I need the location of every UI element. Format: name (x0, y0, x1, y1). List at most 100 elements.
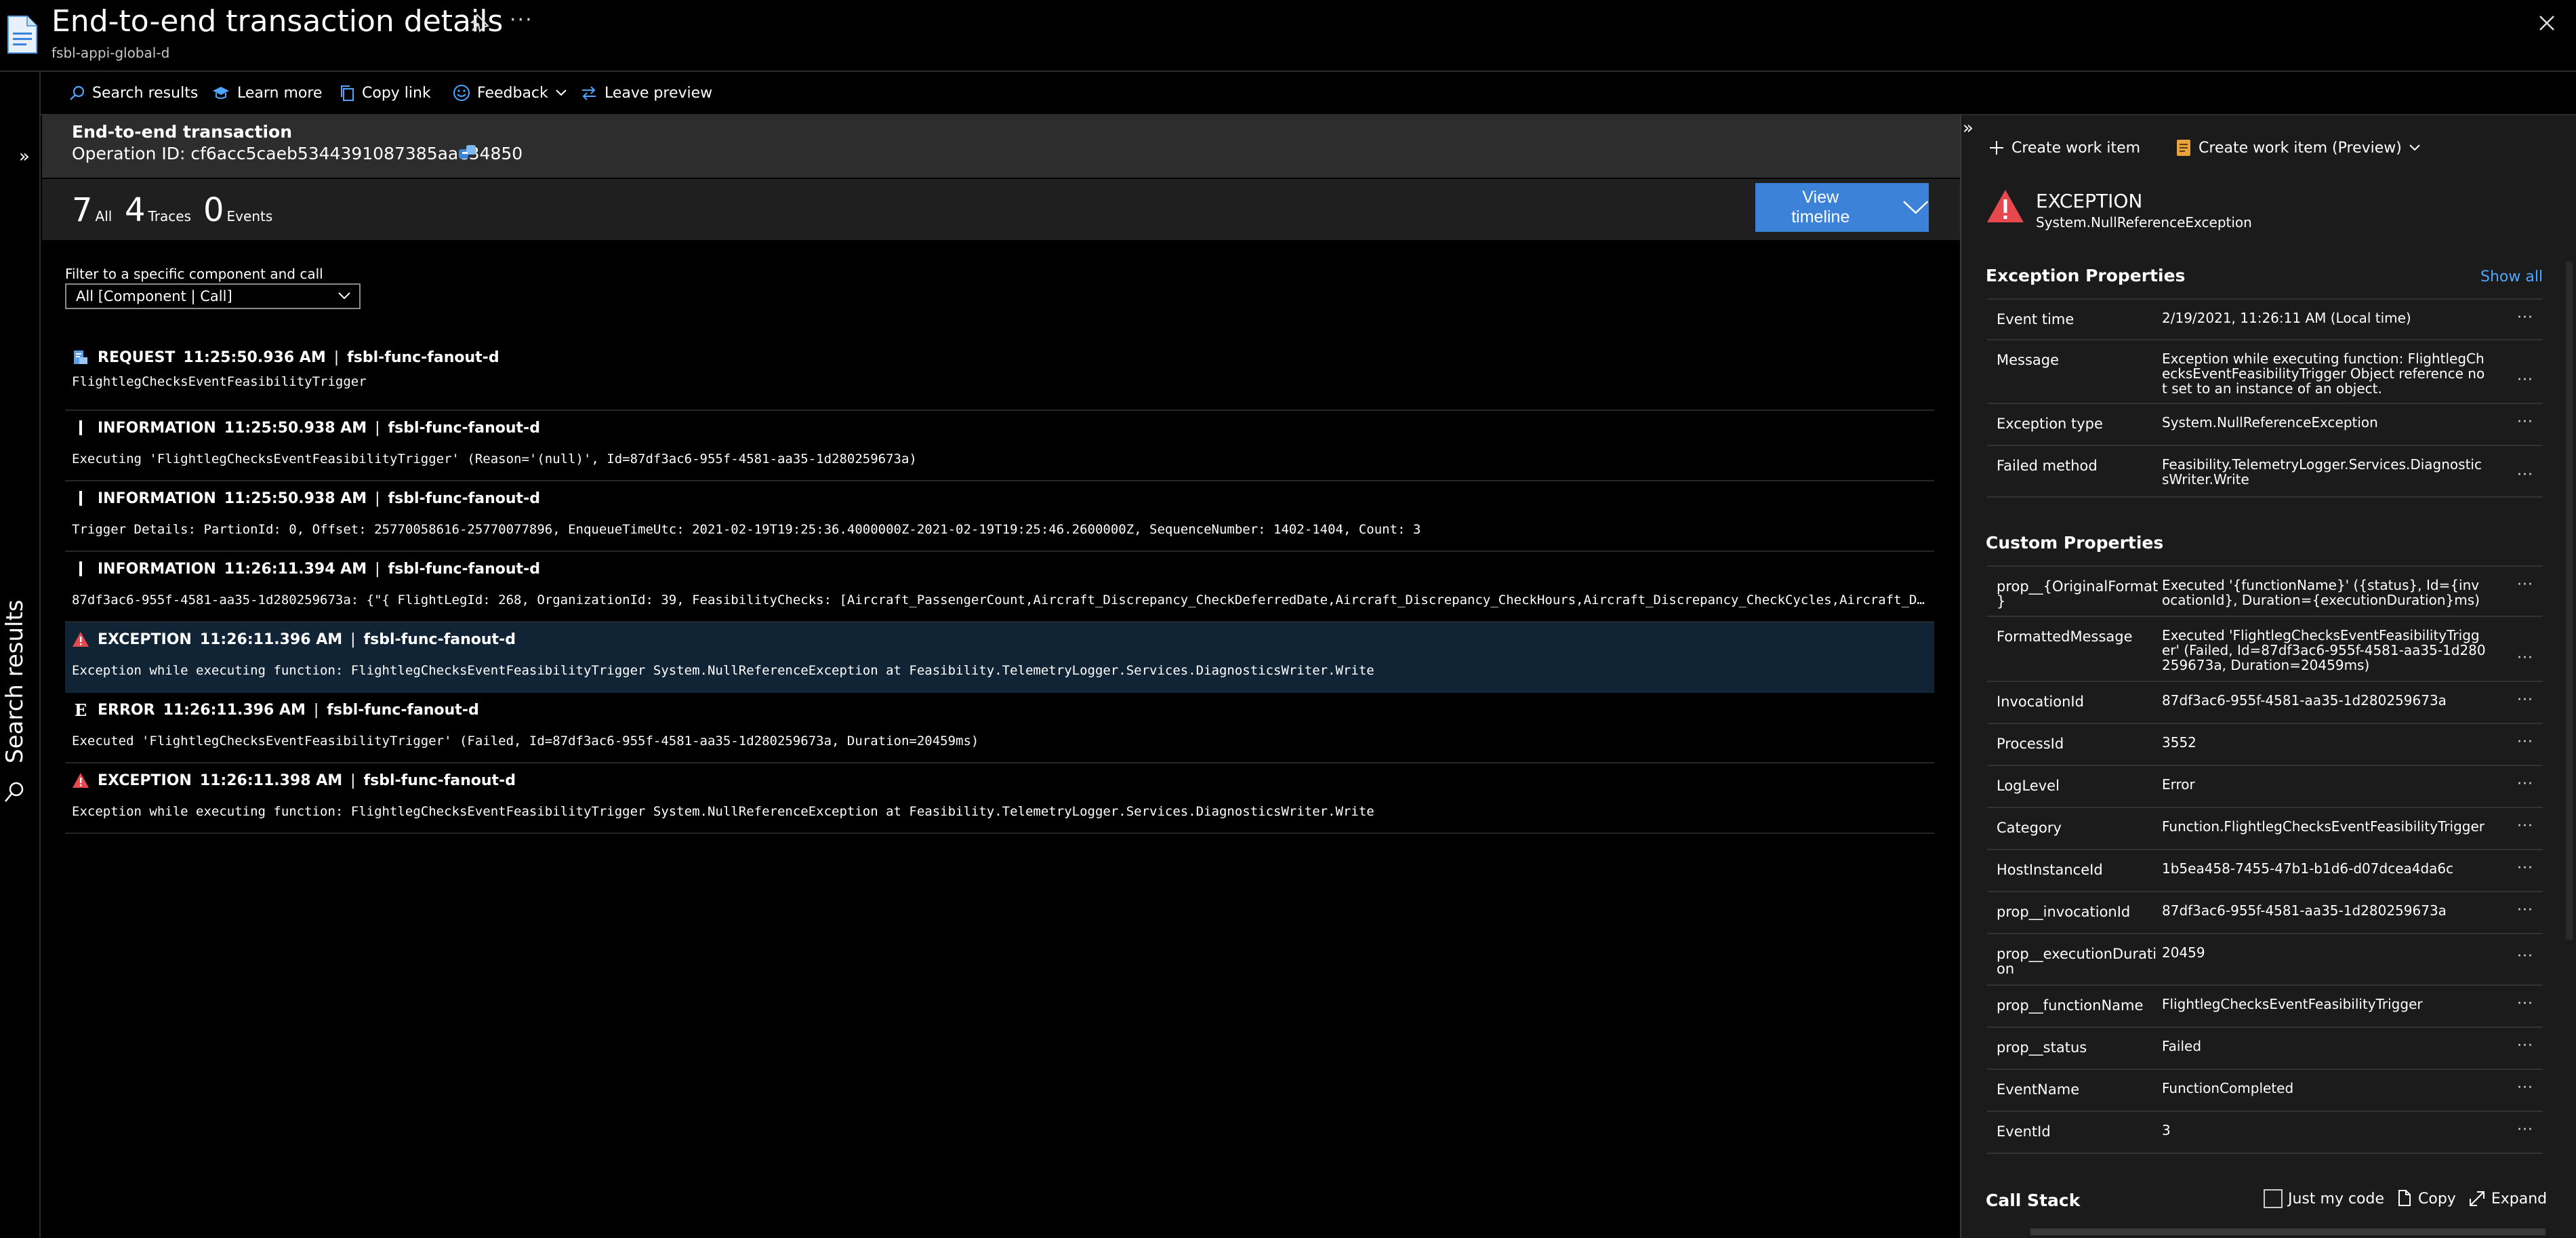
plus-icon (1990, 141, 2003, 155)
row-menu-icon[interactable]: ··· (2517, 309, 2533, 326)
row-menu-icon[interactable]: ··· (2517, 372, 2533, 388)
separator: | (350, 631, 356, 648)
row-menu-icon[interactable]: ··· (2517, 650, 2533, 666)
detail-scrollbar[interactable] (2566, 262, 2573, 940)
search-results-rail-label[interactable]: Search results (1, 599, 28, 763)
row-header: EXCEPTION 11:26:11.398 AM | fsbl-func-fa… (72, 772, 516, 789)
count-events-number: 0 (203, 191, 224, 229)
more-options-icon[interactable]: ··· (510, 8, 533, 32)
request-icon (72, 348, 89, 366)
property-value: 3 (2162, 1122, 2171, 1138)
row-time: 11:26:11.396 AM (163, 701, 306, 719)
feedback-button[interactable]: Feedback (453, 83, 567, 103)
property-value: 87df3ac6-955f-4581-aa35-1d280259673a (2162, 902, 2447, 919)
property-row: Message Exception while executing functi… (1987, 340, 2543, 404)
count-traces[interactable]: 4 Traces (125, 191, 191, 229)
property-key: prop__executionDuration (1997, 946, 2157, 977)
property-key: prop__status (1997, 1039, 2087, 1056)
checkbox-icon (2264, 1189, 2283, 1208)
row-component: fsbl-func-fanout-d (363, 772, 516, 789)
row-menu-icon[interactable]: ··· (2517, 995, 2533, 1012)
count-traces-label: Traces (148, 208, 192, 224)
row-menu-icon[interactable]: ··· (2517, 1121, 2533, 1138)
switch-icon (582, 86, 596, 100)
telemetry-row-exception-selected[interactable]: EXCEPTION 11:26:11.396 AM | fsbl-func-fa… (65, 622, 1934, 693)
chevron-down-icon (338, 292, 350, 300)
row-header: INFORMATION 11:26:11.394 AM | fsbl-func-… (72, 560, 540, 578)
create-work-item-label: Create work item (2011, 139, 2141, 157)
learn-more-button[interactable]: Learn more (211, 83, 322, 103)
expand-rail-icon[interactable]: » (19, 146, 30, 167)
show-all-link[interactable]: Show all (2480, 268, 2543, 285)
row-header: E ERROR 11:26:11.396 AM | fsbl-func-fano… (72, 700, 479, 720)
row-message: Executing 'FlightlegChecksEventFeasibili… (72, 452, 917, 466)
search-results-button[interactable]: Search results (69, 83, 198, 103)
custom-properties-title: Custom Properties (1986, 533, 2164, 553)
row-type: ERROR (98, 701, 155, 719)
event-counts-bar: 7 All 4 Traces 0 Events View timeline (42, 179, 1960, 240)
row-menu-icon[interactable]: ··· (2517, 902, 2533, 919)
search-icon (5, 782, 24, 802)
related-items-icon[interactable] (457, 142, 478, 164)
row-type: EXCEPTION (98, 772, 192, 789)
warning-icon (72, 772, 89, 789)
close-icon[interactable] (2536, 12, 2558, 34)
row-menu-icon[interactable]: ··· (2517, 692, 2533, 708)
row-time: 11:26:11.396 AM (199, 631, 343, 648)
leave-preview-button[interactable]: Leave preview (580, 83, 712, 103)
row-menu-icon[interactable]: ··· (2517, 576, 2533, 593)
telemetry-row-error[interactable]: E ERROR 11:26:11.396 AM | fsbl-func-fano… (65, 693, 1934, 763)
row-menu-icon[interactable]: ··· (2517, 1079, 2533, 1096)
create-work-item-preview-button[interactable]: Create work item (Preview) (2175, 138, 2421, 157)
row-time: 11:25:50.938 AM (224, 490, 367, 507)
copy-link-label: Copy link (362, 84, 431, 102)
telemetry-row-request[interactable]: REQUEST 11:25:50.936 AM | fsbl-func-fano… (65, 340, 1934, 411)
pin-icon[interactable] (469, 12, 491, 34)
telemetry-row-information[interactable]: INFORMATION 11:25:50.938 AM | fsbl-func-… (65, 411, 1934, 481)
detail-actions: Create work item Create work item (Previ… (1988, 138, 2421, 157)
operation-id: Operation ID: cf6acc5caeb5344391087385aa… (72, 144, 523, 163)
count-all[interactable]: 7 All (72, 191, 112, 229)
telemetry-row-information[interactable]: INFORMATION 11:26:11.394 AM | fsbl-func-… (65, 552, 1934, 622)
telemetry-row-exception[interactable]: EXCEPTION 11:26:11.398 AM | fsbl-func-fa… (65, 763, 1934, 834)
horizontal-scrollbar[interactable] (2030, 1229, 2546, 1235)
row-menu-icon[interactable]: ··· (2517, 860, 2533, 877)
row-menu-icon[interactable]: ··· (2517, 734, 2533, 751)
property-key: Category (1997, 820, 2062, 836)
row-menu-icon[interactable]: ··· (2517, 948, 2533, 965)
row-menu-icon[interactable]: ··· (2517, 776, 2533, 793)
filter-label: Filter to a specific component and call (65, 266, 323, 282)
view-timeline-button[interactable]: View timeline (1755, 183, 1929, 232)
row-message: FlightlegChecksEventFeasibilityTrigger (72, 374, 367, 389)
component-filter-dropdown[interactable]: All [Component | Call] (65, 283, 361, 309)
property-value: 1b5ea458-7455-47b1-b1d6-d07dcea4da6c (2162, 860, 2454, 877)
count-traces-number: 4 (125, 191, 146, 229)
view-timeline-label: View timeline (1791, 188, 1850, 226)
document-icon (7, 16, 37, 54)
property-key: prop__functionName (1997, 997, 2144, 1014)
create-work-item-button[interactable]: Create work item (1988, 140, 2140, 157)
row-menu-icon[interactable]: ··· (2517, 1037, 2533, 1054)
copy-call-stack-button[interactable]: Copy (2396, 1189, 2456, 1208)
just-my-code-checkbox[interactable]: Just my code (2264, 1189, 2384, 1208)
expand-call-stack-button[interactable]: Expand (2468, 1190, 2547, 1207)
error-icon: E (74, 700, 87, 720)
search-results-label: Search results (92, 84, 199, 102)
command-bar: Search results Learn more Copy link Feed… (41, 72, 2576, 115)
search-results-rail[interactable]: » Search results (0, 72, 41, 1238)
separator: | (350, 772, 356, 789)
chevron-down-icon (1902, 201, 1928, 214)
property-value: Executed 'FlightlegChecksEventFeasibilit… (2162, 627, 2486, 673)
page-title: End-to-end transaction details (52, 4, 504, 39)
collapse-panel-icon[interactable]: » (1963, 118, 1974, 138)
chevron-down-icon (2409, 144, 2420, 151)
row-menu-icon[interactable]: ··· (2517, 818, 2533, 835)
count-events[interactable]: 0 Events (203, 191, 272, 229)
row-header: EXCEPTION 11:26:11.396 AM | fsbl-func-fa… (72, 631, 516, 648)
copy-link-button[interactable]: Copy link (339, 83, 431, 103)
telemetry-row-information[interactable]: INFORMATION 11:25:50.938 AM | fsbl-func-… (65, 481, 1934, 552)
row-menu-icon[interactable]: ··· (2517, 466, 2533, 483)
exception-heading: EXCEPTION (2036, 190, 2143, 212)
row-menu-icon[interactable]: ··· (2517, 414, 2533, 431)
row-component: fsbl-func-fanout-d (327, 701, 479, 719)
